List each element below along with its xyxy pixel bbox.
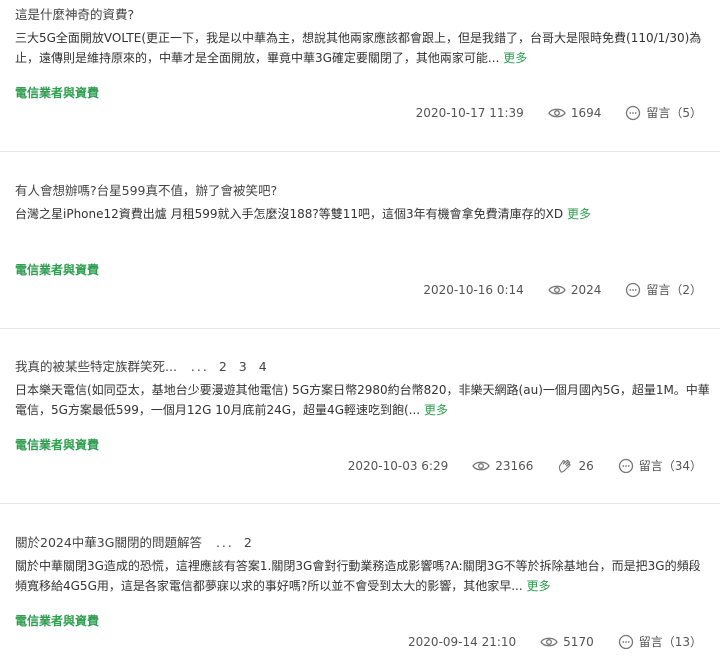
category-link[interactable]: 電信業者與資費: [15, 612, 99, 629]
comment-icon: [618, 458, 633, 473]
post-title[interactable]: 有人會想辦嗎?台星599真不值，辦了會被笑吧?: [15, 180, 277, 199]
like-count[interactable]: 26: [557, 458, 594, 474]
eye-icon: [540, 637, 558, 646]
comment-count-value: 留言（34）: [638, 459, 702, 473]
post-excerpt: 台灣之星iPhone12資費出爐 月租599就入手怎麼沒188?等雙11吧，這個…: [15, 204, 710, 224]
comment-icon: [626, 105, 641, 120]
comment-count-value: 留言（2）: [646, 283, 702, 297]
page-link-3[interactable]: 3: [239, 359, 249, 374]
comment-count[interactable]: 留言（2）: [625, 281, 702, 298]
view-count-value: 2024: [570, 282, 602, 297]
post-title[interactable]: 我真的被某些特定族群笑死...: [15, 359, 177, 374]
comment-count-value: 留言（5）: [646, 106, 702, 120]
category-link[interactable]: 電信業者與資費: [15, 261, 99, 278]
page-ellipsis: ...: [215, 535, 234, 550]
view-count: 1694: [548, 105, 602, 120]
page-ellipsis: ...: [190, 359, 209, 374]
more-link[interactable]: 更多: [567, 207, 591, 221]
post-title-row: 關於2024中華3G關閉的問題解答 ... 2: [15, 532, 254, 551]
comment-icon: [626, 282, 641, 297]
view-count-value: 5170: [563, 634, 594, 649]
post-meta: 2020-09-14 21:10 5170 留言（13）: [408, 633, 702, 650]
clap-icon: [559, 459, 572, 473]
eye-icon: [548, 285, 566, 294]
view-count: 23166: [472, 459, 533, 473]
post-excerpt-text: 關於中華關閉3G造成的恐慌，這裡應該有答案1.關閉3G會對行動業務造成影響嗎?A…: [15, 559, 701, 593]
eye-icon: [548, 108, 566, 117]
post-title[interactable]: 這是什麼神奇的資費?: [15, 4, 134, 23]
more-link[interactable]: 更多: [527, 579, 551, 593]
post-excerpt-text: 日本樂天電信(如同亞太，基地台少要漫遊其他電信) 5G方案日幣2980約台幣82…: [15, 383, 710, 417]
like-count-value: 26: [578, 458, 594, 473]
post-excerpt-text: 三大5G全面開放VOLTE(更正一下，我是以中華為主，想說其他兩家應該都會跟上，…: [15, 31, 702, 65]
post-meta: 2020-10-03 6:29 23166 26 留言（34）: [348, 457, 702, 474]
comment-count[interactable]: 留言（5）: [625, 104, 702, 121]
more-link[interactable]: 更多: [503, 51, 527, 65]
category-link[interactable]: 電信業者與資費: [15, 84, 99, 101]
page-link-2[interactable]: 2: [219, 359, 229, 374]
view-count-value: 1694: [570, 105, 602, 120]
view-count: 2024: [548, 282, 602, 297]
page-links: ... 2 3 4: [187, 359, 269, 374]
post-meta: 2020-10-17 11:39 1694 留言（5）: [416, 104, 702, 121]
comment-count-value: 留言（13）: [638, 635, 702, 649]
post-date: 2020-10-16 0:14: [423, 282, 524, 297]
post-date: 2020-09-14 21:10: [408, 634, 517, 649]
comment-icon: [618, 634, 633, 649]
view-count-value: 23166: [495, 458, 534, 473]
post-meta: 2020-10-16 0:14 2024 留言（2）: [423, 281, 702, 298]
post-title-row: 我真的被某些特定族群笑死... ... 2 3 4: [15, 356, 269, 375]
comment-count[interactable]: 留言（13）: [618, 633, 702, 650]
category-link[interactable]: 電信業者與資費: [15, 436, 99, 453]
post-divider: [0, 328, 720, 329]
post-divider: [0, 151, 720, 152]
post-excerpt: 三大5G全面開放VOLTE(更正一下，我是以中華為主，想說其他兩家應該都會跟上，…: [15, 28, 710, 68]
page-link-2[interactable]: 2: [244, 535, 254, 550]
post-date: 2020-10-17 11:39: [415, 105, 524, 120]
post-divider: [0, 503, 720, 504]
page-link-4[interactable]: 4: [259, 359, 269, 374]
post-excerpt-text: 台灣之星iPhone12資費出爐 月租599就入手怎麼沒188?等雙11吧，這個…: [15, 207, 564, 221]
more-link[interactable]: 更多: [424, 403, 448, 417]
view-count: 5170: [540, 635, 594, 649]
post-excerpt: 關於中華關閉3G造成的恐慌，這裡應該有答案1.關閉3G會對行動業務造成影響嗎?A…: [15, 556, 710, 596]
post-title[interactable]: 關於2024中華3G關閉的問題解答: [15, 535, 202, 550]
comment-count[interactable]: 留言（34）: [618, 457, 702, 474]
post-excerpt: 日本樂天電信(如同亞太，基地台少要漫遊其他電信) 5G方案日幣2980約台幣82…: [15, 380, 710, 420]
eye-icon: [472, 461, 491, 470]
post-date: 2020-10-03 6:29: [347, 458, 449, 473]
page-links: ... 2: [212, 535, 254, 550]
